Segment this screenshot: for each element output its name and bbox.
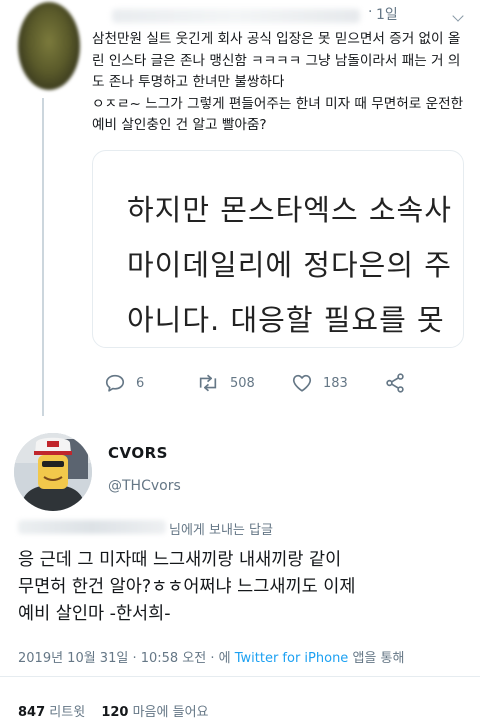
author-avatar[interactable]	[14, 433, 92, 511]
main-tweet-text: 응 근데 그 미자때 느그새끼랑 내새끼랑 같이 무면허 한건 알아?ㅎㅎ어쩌냐…	[18, 550, 356, 624]
reply-to-label: 님에게 보내는 답글	[169, 523, 273, 538]
like-icon	[292, 374, 312, 392]
like-button[interactable]: 183	[291, 372, 348, 394]
author-display-name[interactable]: CVORS	[108, 444, 168, 462]
retweet-total-label[interactable]: 리트윗	[49, 705, 85, 720]
reply-icon	[105, 374, 125, 392]
header-separator: ·	[368, 4, 373, 20]
client-suffix: 앱을 통해	[348, 651, 405, 666]
divider	[0, 676, 480, 677]
retweet-icon	[199, 374, 217, 392]
cartoon-avatar-image	[14, 433, 92, 511]
chevron-down-icon[interactable]	[452, 10, 464, 22]
parent-author-blurred	[112, 9, 360, 23]
retweet-total[interactable]: 847	[18, 705, 45, 720]
media-text-line: 하지만 몬스타엑스 소속사	[127, 193, 452, 227]
media-text-line: 아니다. 대응할 필요를 못	[127, 303, 445, 337]
parent-avatar[interactable]	[18, 2, 80, 90]
like-total-label[interactable]: 마음에 들어요	[133, 705, 209, 720]
parent-time[interactable]: 1일	[376, 4, 398, 24]
author-handle[interactable]: @THCvors	[108, 478, 181, 494]
like-count: 183	[323, 375, 348, 391]
tweet-timestamp[interactable]: 2019년 10월 31일 · 10:58 오전 · 에	[18, 651, 235, 666]
thread-connector-line	[42, 98, 44, 416]
reply-button[interactable]: 6	[104, 372, 144, 394]
media-text-line: 마이데일리에 정다은의 주	[127, 248, 452, 282]
engagement-stats: 847 리트윗 120 마음에 들어요	[18, 701, 221, 720]
tweet-meta: 2019년 10월 31일 · 10:58 오전 · 에 Twitter for…	[18, 647, 404, 666]
like-total[interactable]: 120	[101, 705, 128, 720]
parent-media-image[interactable]: 하지만 몬스타엑스 소속사 마이데일리에 정다은의 주 아니다. 대응할 필요를…	[92, 150, 464, 348]
parent-tweet-text: 삼천만원 실트 웃긴게 회사 공식 입장은 못 믿으면서 증거 없이 올린 인스…	[92, 31, 464, 133]
client-link[interactable]: Twitter for iPhone	[235, 651, 349, 666]
share-icon	[386, 373, 404, 393]
retweet-button[interactable]: 508	[196, 372, 255, 394]
reply-count: 6	[136, 375, 145, 391]
share-button[interactable]	[384, 372, 406, 394]
reply-to-handle-blurred	[18, 520, 166, 534]
parent-action-bar: 6 508 183	[92, 372, 472, 402]
retweet-count: 508	[230, 375, 255, 391]
